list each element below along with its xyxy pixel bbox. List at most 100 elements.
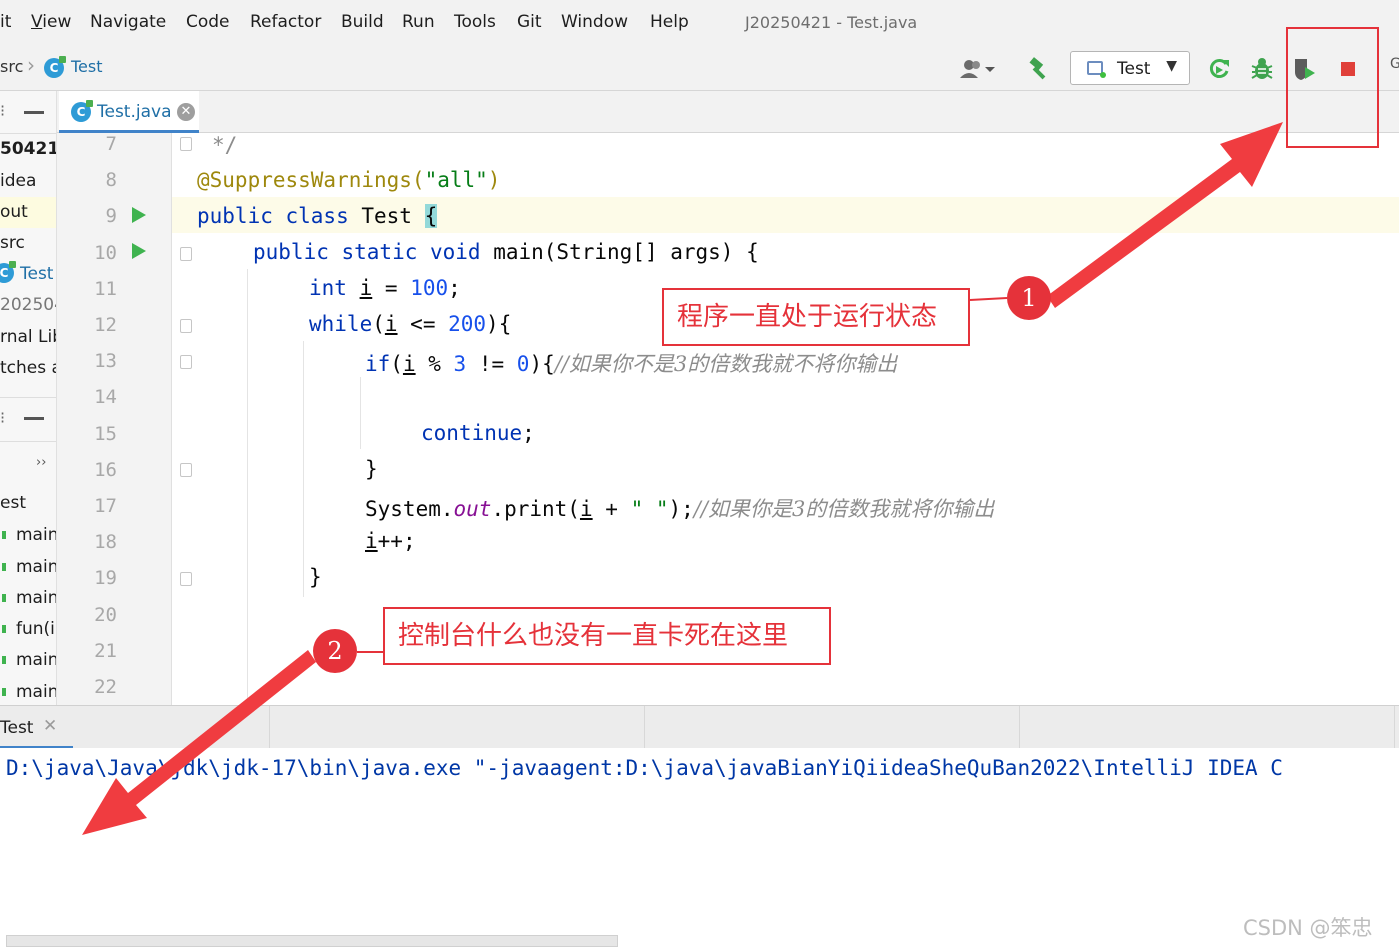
tree-item-iml[interactable]: 202504 [0,295,56,315]
code-token: @SuppressWarnings( [197,168,425,192]
settings-dots-icon[interactable]: ⁝ [0,408,5,427]
structure-item[interactable]: main [16,682,56,702]
bug-icon[interactable] [1249,56,1275,82]
code-token: i [359,276,373,300]
run-tab-test[interactable]: Test [0,718,33,738]
close-icon[interactable]: ✕ [43,716,57,736]
expand-chevron-icon[interactable]: ›› [36,455,46,470]
tree-item-idea[interactable]: idea [0,171,36,191]
code-token: out [453,497,492,521]
structure-item[interactable]: fun(ir [16,619,56,639]
code-token: System. [365,497,454,521]
code-line-16: } [365,457,378,481]
menu-build[interactable]: Build [341,12,384,32]
menu-bar: it View Navigate Code Refactor Build Run… [0,0,1399,45]
code-token: ) [487,168,501,192]
indent-guide [247,269,248,705]
user-icon[interactable] [957,56,1001,82]
settings-dots-icon[interactable]: ⁝ [0,101,5,120]
code-token: ( [390,352,403,376]
line-number: 22 [94,676,117,698]
tree-item-scratches[interactable]: tches ar [0,358,56,378]
line-number: 19 [94,567,117,590]
tree-item-test[interactable]: Test [20,264,53,284]
fold-marker-icon[interactable] [180,319,192,333]
toolbar-overflow-label: G [1390,56,1399,72]
line-number: 10 [94,241,117,264]
fold-marker-icon[interactable] [180,137,192,151]
hammer-icon[interactable] [1026,56,1052,82]
method-icon [2,531,6,539]
code-token: % [415,352,454,376]
menu-navigate[interactable]: Navigate [90,12,166,32]
line-number: 17 [94,495,117,517]
code-token: continue [421,421,523,445]
java-class-icon: C [44,56,66,78]
code-token: } [365,457,378,481]
java-class-icon: C [71,100,93,122]
project-tool-window: ⁝ 50421 idea out src C Test 202504 rnal … [0,91,57,705]
structure-item[interactable]: main [16,557,56,577]
breadcrumb-src[interactable]: src [0,57,23,76]
fold-marker-icon[interactable] [180,355,192,369]
code-line-13: if(i % 3 != 0){//如果你不是3的倍数我就不将你输出 [365,348,897,378]
menu-run[interactable]: Run [402,12,435,32]
hide-panel-icon[interactable] [24,111,44,114]
code-token: main(String[] args) { [480,240,759,264]
menu-refactor[interactable]: Refactor [250,12,321,32]
run-console[interactable]: D:\java\Java\jdk\jdk-17\bin\java.exe "-j… [0,748,1399,949]
menu-view-rest: iew [42,12,72,32]
rerun-icon[interactable] [1206,56,1232,82]
menu-tools[interactable]: Tools [454,12,496,32]
editor-tab-label: Test.java [97,102,172,122]
window-title: J20250421 - Test.java [745,13,918,32]
line-number: 8 [105,169,117,192]
line-number: 18 [94,531,117,554]
line-number: 21 [94,639,117,662]
run-class-gutter-icon[interactable] [132,207,146,223]
tree-item-out[interactable]: out [0,202,28,222]
menu-view-mnemonic: V [31,12,43,32]
tree-item-external-libraries[interactable]: rnal Lib [0,327,56,347]
editor-tab-test-java[interactable]: C Test.java ✕ [59,91,199,133]
run-header-segment [0,706,270,749]
code-line-9: public class Test { [197,204,438,228]
fold-marker-icon[interactable] [180,247,192,261]
close-icon[interactable]: ✕ [177,103,195,121]
method-icon [2,688,6,696]
editor-tab-bar: C Test.java ✕ [57,91,1399,133]
tree-item-project-root[interactable]: 50421 [0,139,56,159]
structure-root[interactable]: est [0,493,26,513]
hide-panel-icon[interactable] [24,417,44,420]
menu-edit[interactable]: it [0,12,11,32]
menu-window[interactable]: Window [561,12,628,32]
menu-help[interactable]: Help [650,12,689,32]
method-icon [2,656,6,664]
code-comment: //如果你不是3的倍数我就不将你输出 [554,352,898,376]
code-token: i [402,352,416,376]
code-token: while [309,312,373,336]
fold-marker-icon[interactable] [180,463,192,477]
menu-git[interactable]: Git [517,12,542,32]
structure-item[interactable]: main [16,525,56,545]
menu-view[interactable]: View [31,12,71,32]
tree-item-src[interactable]: src [0,233,25,253]
code-token: ){ [486,312,512,336]
console-command-line: D:\java\Java\jdk\jdk-17\bin\java.exe "-j… [6,756,1283,780]
code-token: i [579,497,593,521]
console-horizontal-scrollbar[interactable] [6,935,618,947]
run-main-gutter-icon[interactable] [132,243,146,259]
line-number: 11 [94,277,117,300]
java-class-icon: C [0,261,16,283]
run-configuration-dropdown[interactable]: Test ▼ [1070,51,1190,85]
menu-code[interactable]: Code [186,12,230,32]
fold-marker-icon[interactable] [180,572,192,586]
run-header-segment [645,706,1020,749]
code-token: */ [212,133,238,157]
structure-item[interactable]: main [16,588,56,608]
code-line-12: while(i <= 200){ [309,312,511,336]
breadcrumb-test[interactable]: Test [71,57,103,76]
structure-item[interactable]: main [16,650,56,670]
method-icon [2,625,6,633]
